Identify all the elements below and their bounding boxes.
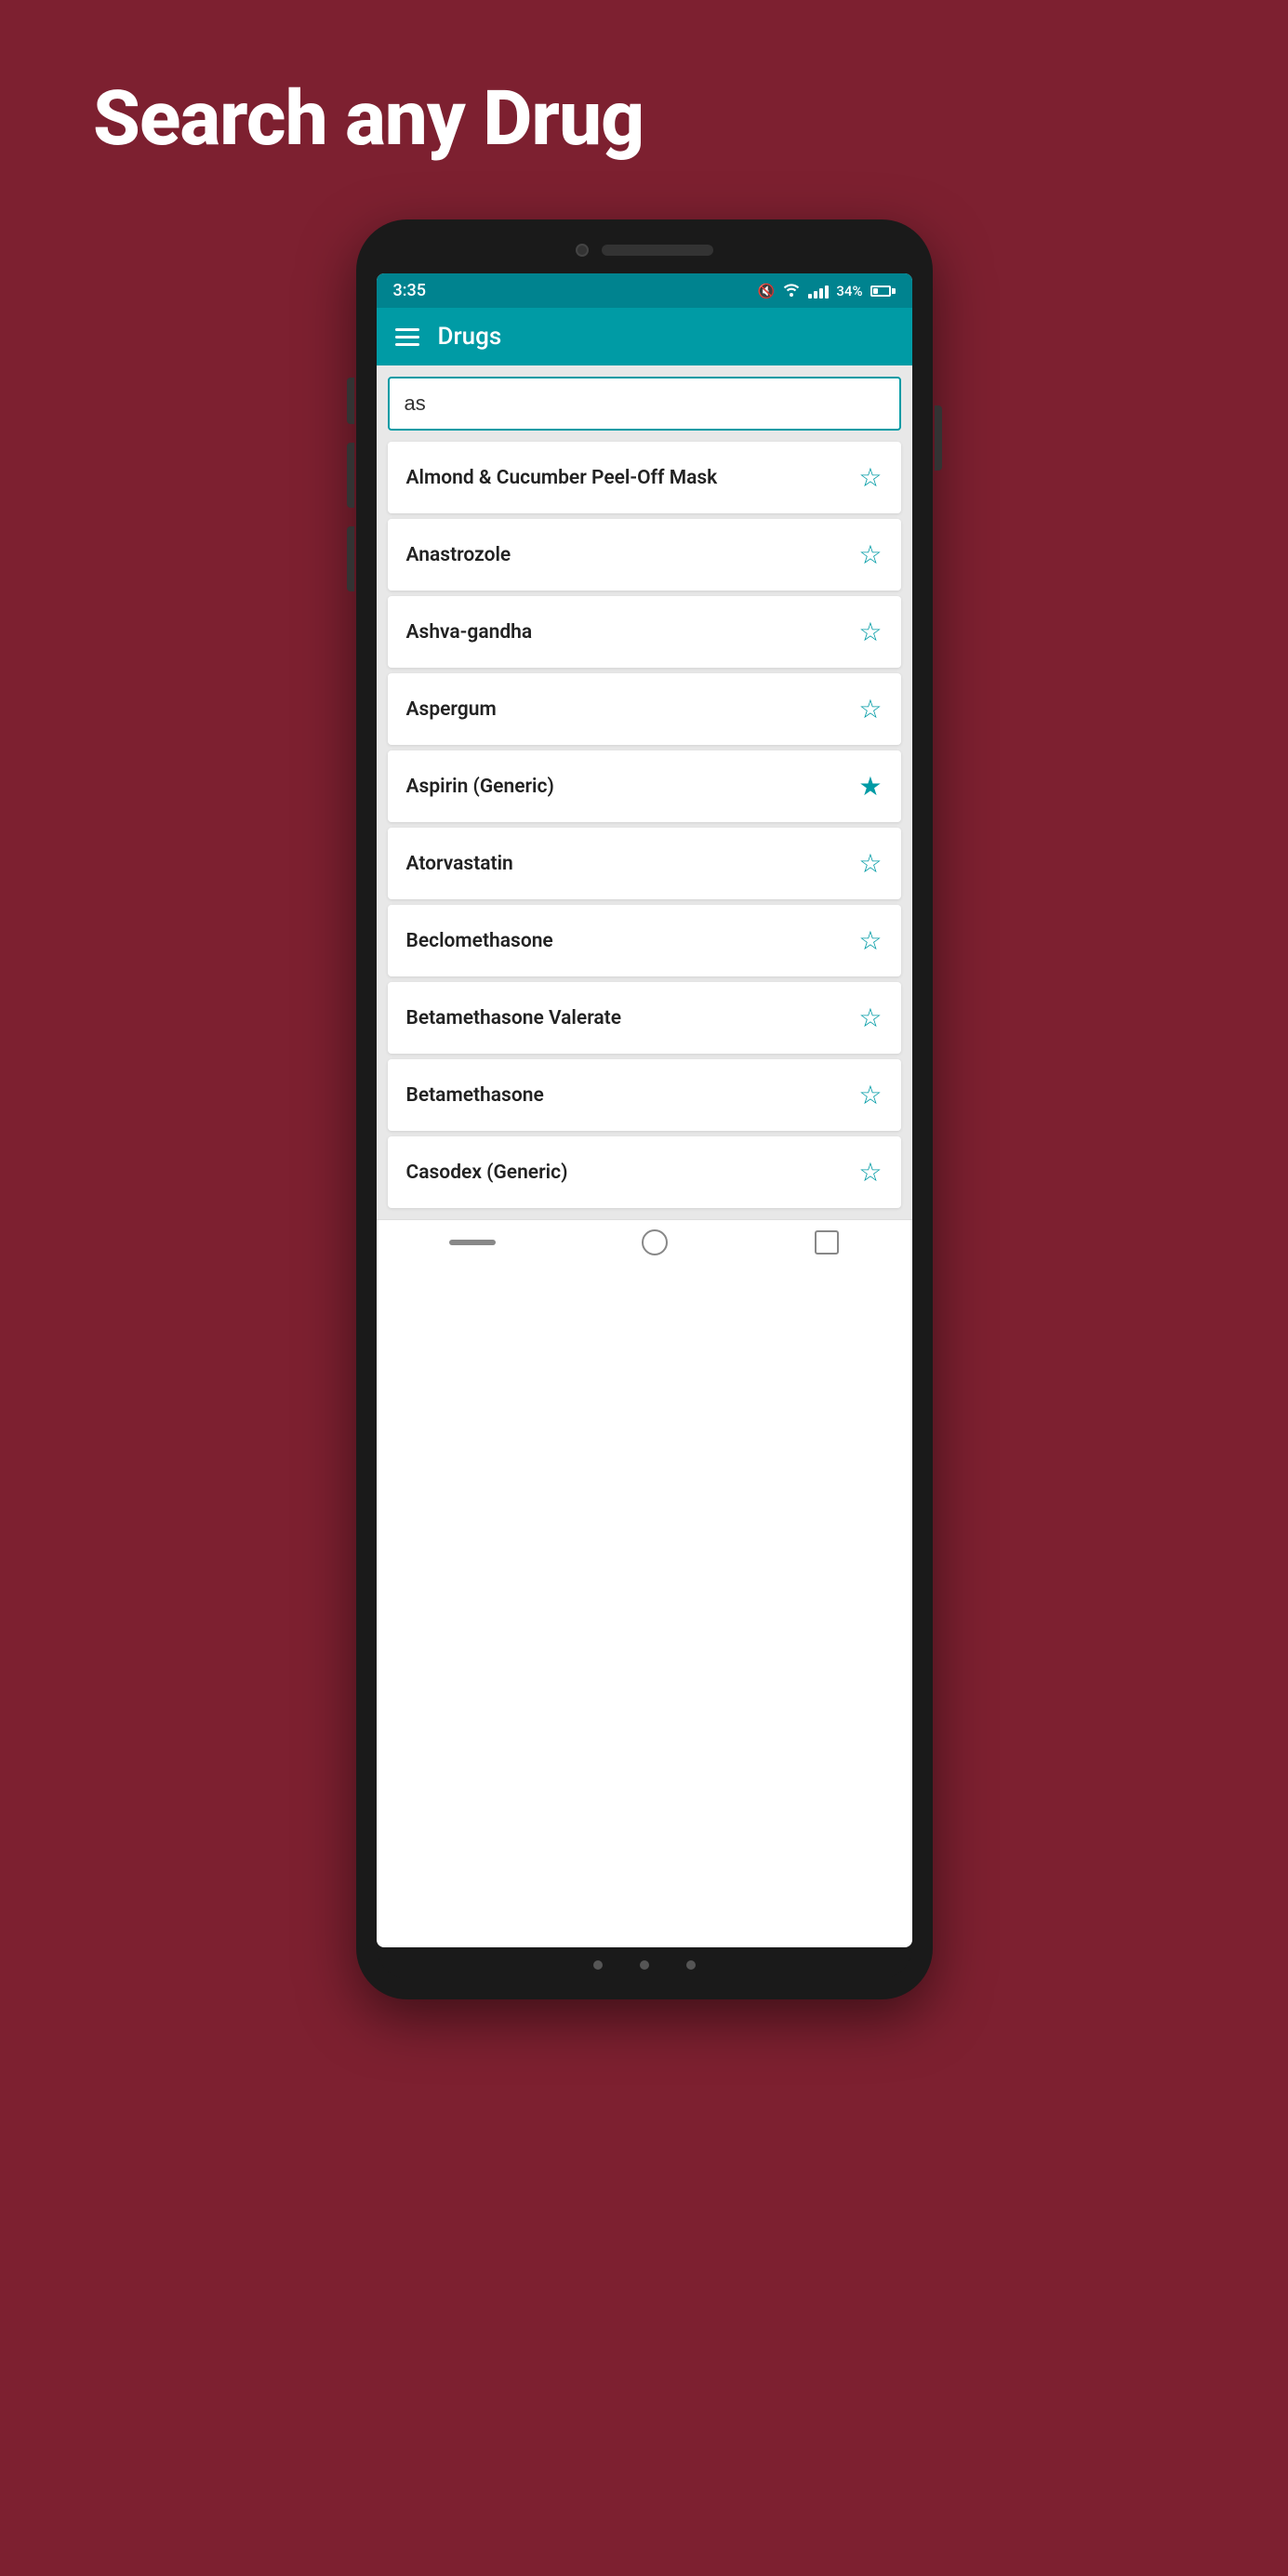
status-icons: 🔇 34% <box>758 282 896 300</box>
drug-name: Casodex (Generic) <box>406 1162 568 1184</box>
drug-list-item[interactable]: Aspergum ☆ <box>388 673 901 745</box>
drug-list-item[interactable]: Betamethasone ☆ <box>388 1059 901 1131</box>
drug-list: Almond & Cucumber Peel-Off Mask☆Anastroz… <box>377 442 912 1219</box>
star-icon[interactable]: ★ <box>858 771 882 802</box>
mute-icon: 🔇 <box>758 283 776 299</box>
star-icon[interactable]: ☆ <box>858 694 882 724</box>
bottom-nav-bar <box>377 1219 912 1265</box>
signal-icon <box>808 284 829 299</box>
menu-button[interactable] <box>395 328 419 346</box>
drug-name: Aspirin (Generic) <box>406 776 554 798</box>
drug-list-item[interactable]: Anastrozole ☆ <box>388 519 901 591</box>
phone-screen: 3:35 🔇 34% <box>377 273 912 1947</box>
drug-name: Aspergum <box>406 698 497 721</box>
app-title: Drugs <box>438 323 502 351</box>
star-icon[interactable]: ☆ <box>858 617 882 647</box>
page-heading: Search any Drug <box>0 74 644 164</box>
app-bar: Drugs <box>377 308 912 365</box>
drug-name: Anastrozole <box>406 544 511 566</box>
phone-device: 3:35 🔇 34% <box>356 219 933 1999</box>
star-icon[interactable]: ☆ <box>858 848 882 879</box>
drug-list-item[interactable]: Ashva-gandha ☆ <box>388 596 901 668</box>
back-button[interactable] <box>449 1240 496 1245</box>
drug-list-item[interactable]: Betamethasone Valerate ☆ <box>388 982 901 1054</box>
search-input[interactable] <box>388 377 901 431</box>
phone-bottom-bar <box>377 1947 912 1979</box>
phone-top-notch <box>377 240 912 264</box>
volume-up-button <box>347 443 354 508</box>
front-camera <box>576 244 589 257</box>
drug-name: Almond & Cucumber Peel-Off Mask <box>406 467 718 489</box>
drug-list-item[interactable]: Aspirin (Generic) ★ <box>388 750 901 822</box>
star-icon[interactable]: ☆ <box>858 1080 882 1110</box>
volume-down-button <box>347 526 354 591</box>
wifi-icon <box>782 282 801 300</box>
volume-silent-button <box>347 378 354 424</box>
drug-list-item[interactable]: Almond & Cucumber Peel-Off Mask ☆ <box>388 442 901 513</box>
star-icon[interactable]: ☆ <box>858 1003 882 1033</box>
drug-list-item[interactable]: Casodex (Generic) ☆ <box>388 1136 901 1208</box>
status-bar: 3:35 🔇 34% <box>377 273 912 308</box>
drug-list-item[interactable]: Beclomethasone ☆ <box>388 905 901 976</box>
battery-percent: 34% <box>836 283 862 299</box>
search-container <box>377 365 912 442</box>
drug-name: Betamethasone <box>406 1084 544 1107</box>
drug-list-item[interactable]: Atorvastatin ☆ <box>388 828 901 899</box>
earpiece-speaker <box>602 245 713 256</box>
drug-name: Betamethasone Valerate <box>406 1007 622 1029</box>
status-time: 3:35 <box>393 281 426 300</box>
drug-name: Atorvastatin <box>406 853 513 875</box>
star-icon[interactable]: ☆ <box>858 462 882 493</box>
drug-name: Ashva-gandha <box>406 621 533 644</box>
star-icon[interactable]: ☆ <box>858 925 882 956</box>
battery-icon <box>870 285 896 297</box>
home-button[interactable] <box>642 1229 668 1255</box>
star-icon[interactable]: ☆ <box>858 539 882 570</box>
star-icon[interactable]: ☆ <box>858 1157 882 1188</box>
drug-name: Beclomethasone <box>406 930 553 952</box>
recents-button[interactable] <box>815 1230 839 1255</box>
power-button <box>935 405 942 471</box>
